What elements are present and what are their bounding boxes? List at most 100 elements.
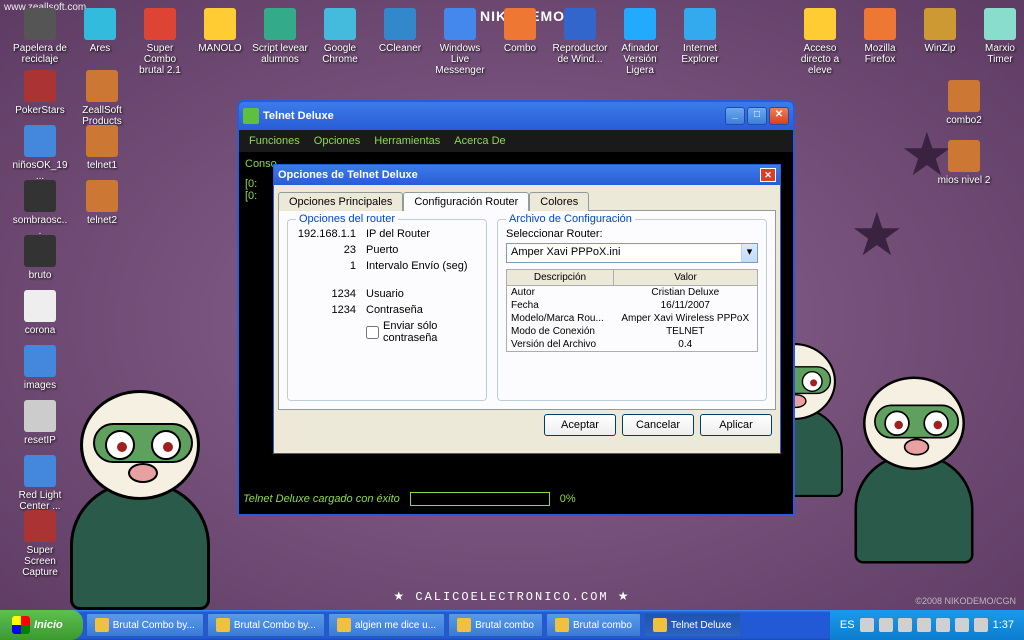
desktop-icon[interactable]: Combo (490, 8, 550, 55)
menu-acerca[interactable]: Acerca De (454, 135, 505, 147)
taskbar-button[interactable]: Brutal Combo by... (86, 613, 204, 637)
tray-icon[interactable] (879, 618, 893, 632)
desktop-icon[interactable]: Red Light Center ... (10, 455, 70, 513)
icon-label: Internet Explorer (670, 42, 730, 66)
desktop-icon[interactable]: Windows Live Messenger (430, 8, 490, 77)
desktop-icon[interactable]: CCleaner (370, 8, 430, 55)
tab-colores[interactable]: Colores (529, 192, 589, 211)
window-titlebar[interactable]: Telnet Deluxe _ □ ✕ (239, 102, 793, 130)
file-icon (948, 80, 980, 112)
desktop-icon[interactable]: Super Combo brutal 2.1 (130, 8, 190, 77)
accept-button[interactable]: Aceptar (544, 414, 616, 436)
task-icon (457, 618, 471, 632)
file-icon (864, 8, 896, 40)
cell-value: TELNET (614, 325, 758, 338)
taskbar-button[interactable]: Brutal Combo by... (207, 613, 325, 637)
close-button[interactable]: ✕ (769, 107, 789, 125)
desktop-icon[interactable]: Reproductor de Wind... (550, 8, 610, 66)
desktop-icon[interactable]: resetIP (10, 400, 70, 447)
tab-router[interactable]: Configuración Router (403, 192, 529, 211)
select-router-label: Seleccionar Router: (506, 228, 758, 240)
desktop-icon[interactable]: Ares (70, 8, 130, 55)
file-icon (24, 70, 56, 102)
desktop-icon[interactable]: bruto (10, 235, 70, 282)
tab-principales[interactable]: Opciones Principales (278, 192, 403, 211)
tray-icon[interactable] (974, 618, 988, 632)
tray-icon[interactable] (936, 618, 950, 632)
task-icon (653, 618, 667, 632)
dialog-titlebar[interactable]: Opciones de Telnet Deluxe ✕ (274, 165, 780, 185)
desktop-icon[interactable]: niñosOK_19... (10, 125, 70, 183)
only-password-checkbox[interactable] (366, 326, 379, 339)
task-icon (337, 618, 351, 632)
start-button[interactable]: Inicio (0, 610, 83, 640)
cell-desc: Modo de Conexión (507, 325, 614, 338)
start-label: Inicio (34, 619, 63, 631)
desktop-icon[interactable]: PokerStars (10, 70, 70, 117)
router-select[interactable]: Amper Xavi PPPoX.ini ▾ (506, 243, 758, 263)
table-row: Fecha16/11/2007 (507, 299, 758, 312)
th-value: Valor (614, 270, 758, 286)
desktop-icon[interactable]: telnet2 (72, 180, 132, 227)
desktop-icon[interactable]: sombraosc... (10, 180, 70, 238)
desktop-icon[interactable]: Internet Explorer (670, 8, 730, 66)
cell-value: Amper Xavi Wireless PPPoX (614, 312, 758, 325)
icon-label: MANOLO (190, 42, 250, 55)
taskbar-button[interactable]: Brutal combo (546, 613, 641, 637)
icon-label: Marxio Timer (970, 42, 1024, 66)
menu-opciones[interactable]: Opciones (314, 135, 360, 147)
file-icon (24, 345, 56, 377)
task-icon (555, 618, 569, 632)
pass-value[interactable]: 1234 (296, 304, 366, 316)
clock[interactable]: 1:37 (993, 619, 1014, 631)
desktop-icon[interactable]: mios nivel 2 (934, 140, 994, 187)
config-info-table: DescripciónValor AutorCristian DeluxeFec… (506, 269, 758, 352)
desktop-icon[interactable]: Mozilla Firefox (850, 8, 910, 66)
maximize-button[interactable]: □ (747, 107, 767, 125)
interval-label: Intervalo Envío (seg) (366, 260, 468, 272)
tray-icon[interactable] (955, 618, 969, 632)
desktop-icon[interactable]: Super Screen Capture (10, 510, 70, 579)
progress-bar (410, 492, 550, 506)
file-icon (24, 235, 56, 267)
dialog-buttons: Aceptar Cancelar Aplicar (274, 414, 780, 436)
taskbar: Inicio Brutal Combo by... Brutal Combo by… (0, 610, 1024, 640)
user-value[interactable]: 1234 (296, 288, 366, 300)
language-indicator[interactable]: ES (840, 619, 855, 631)
apply-button[interactable]: Aplicar (700, 414, 772, 436)
statusbar: Telnet Deluxe cargado con éxito 0% (243, 488, 789, 510)
tray-icon[interactable] (860, 618, 874, 632)
desktop-icon[interactable]: ZeallSoft Products (72, 70, 132, 128)
desktop-icon[interactable]: Papelera de reciclaje (10, 8, 70, 66)
port-value[interactable]: 23 (296, 244, 366, 256)
desktop-icon[interactable]: combo2 (934, 80, 994, 127)
taskbar-button[interactable]: Brutal combo (448, 613, 543, 637)
desktop-icon[interactable]: WinZip (910, 8, 970, 55)
desktop-icon[interactable]: images (10, 345, 70, 392)
desktop-icon[interactable]: MANOLO (190, 8, 250, 55)
task-label: Brutal Combo by... (234, 620, 316, 631)
chevron-down-icon[interactable]: ▾ (741, 244, 757, 262)
interval-value[interactable]: 1 (296, 260, 366, 272)
menu-funciones[interactable]: Funciones (249, 135, 300, 147)
desktop-icon[interactable]: Marxio Timer (970, 8, 1024, 66)
dialog-close-button[interactable]: ✕ (760, 168, 776, 182)
table-row: AutorCristian Deluxe (507, 286, 758, 300)
desktop-icon[interactable]: corona (10, 290, 70, 337)
desktop-icon[interactable]: Afinador Versión Ligera (610, 8, 670, 77)
menu-herramientas[interactable]: Herramientas (374, 135, 440, 147)
system-tray[interactable]: ES 1:37 (830, 610, 1024, 640)
tray-icon[interactable] (898, 618, 912, 632)
desktop-icon[interactable]: Script levear alumnos (250, 8, 310, 66)
tray-icon[interactable] (917, 618, 931, 632)
cancel-button[interactable]: Cancelar (622, 414, 694, 436)
minimize-button[interactable]: _ (725, 107, 745, 125)
ip-value[interactable]: 192.168.1.1 (296, 228, 366, 240)
taskbar-button[interactable]: algien me dice u... (328, 613, 445, 637)
desktop-icon[interactable]: Acceso directo a eleve (790, 8, 850, 77)
desktop-icon[interactable]: telnet1 (72, 125, 132, 172)
file-icon (624, 8, 656, 40)
taskbar-button[interactable]: Telnet Deluxe (644, 613, 741, 637)
windows-flag-icon (12, 616, 30, 634)
desktop-icon[interactable]: Google Chrome (310, 8, 370, 66)
